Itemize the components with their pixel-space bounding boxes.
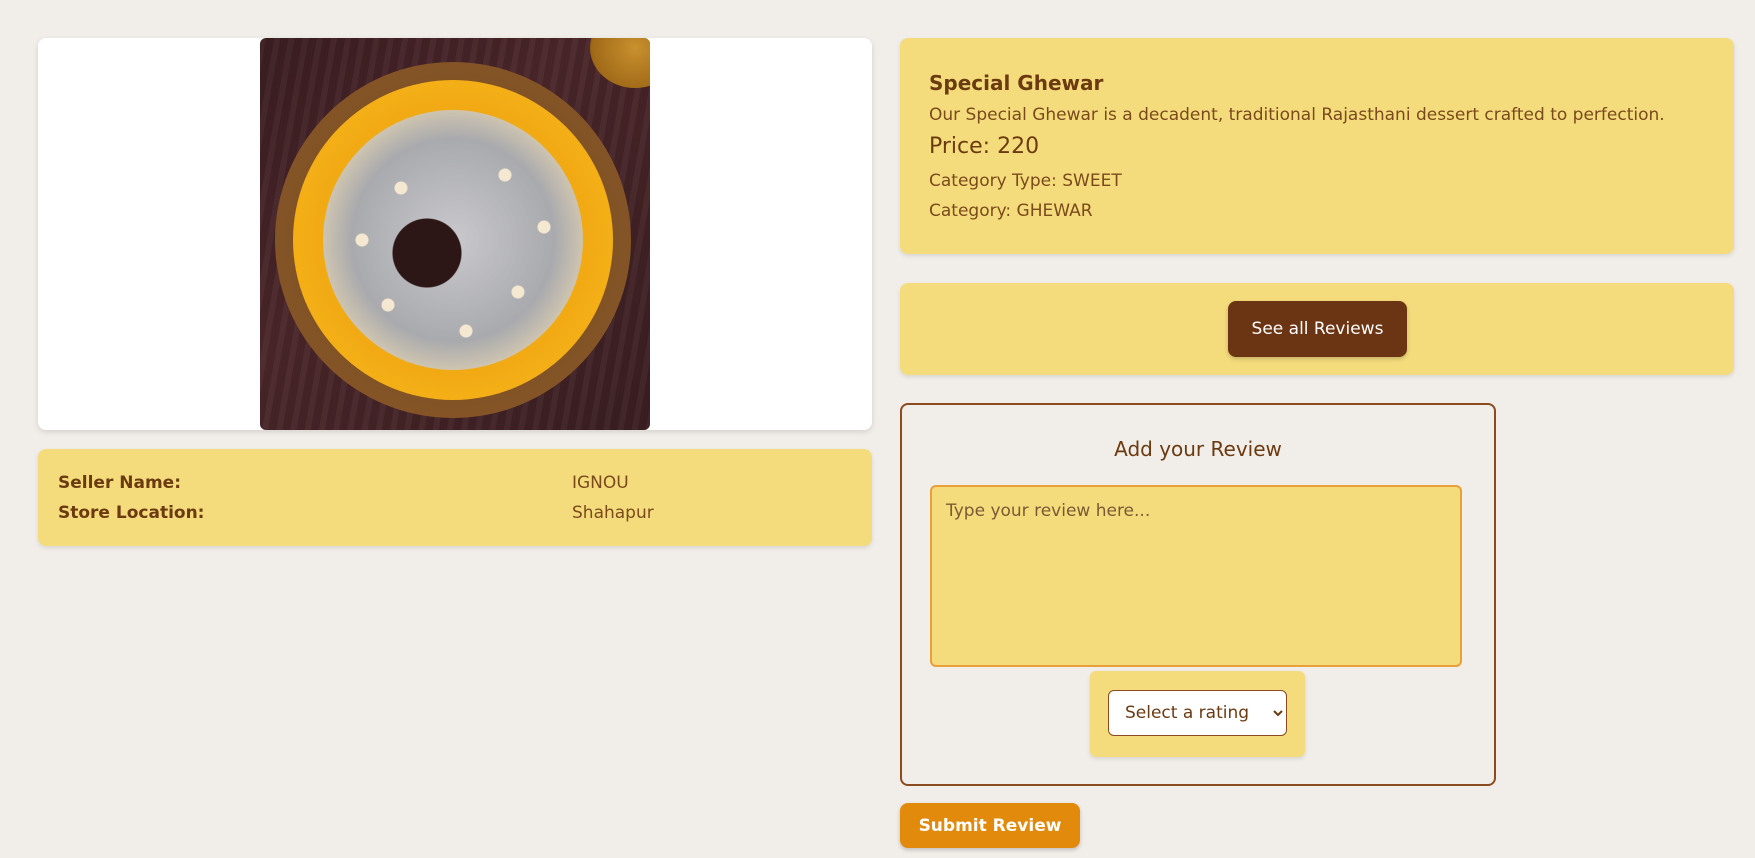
rating-container: Select a rating [1090,671,1305,757]
product-photo [260,38,650,430]
product-category-type: Category Type: SWEET [929,171,1122,191]
product-description: Our Special Ghewar is a decadent, tradit… [929,105,1665,125]
reviews-card: See all Reviews [900,283,1734,375]
photo-ghewar-topping [323,110,583,370]
product-price: Price: 220 [929,134,1040,159]
product-image-card [38,38,872,430]
store-location-value: Shahapur [572,503,654,523]
product-info-card: Special Ghewar Our Special Ghewar is a d… [900,38,1734,254]
rating-select[interactable]: Select a rating [1108,690,1287,736]
see-all-reviews-button[interactable]: See all Reviews [1228,301,1407,357]
seller-name-value: IGNOU [572,473,629,493]
store-location-label: Store Location: [58,503,205,523]
add-review-title: Add your Review [1114,437,1282,461]
add-review-form: Add your Review Select a rating [900,403,1496,786]
product-category: Category: GHEWAR [929,201,1093,221]
review-textarea[interactable] [930,485,1462,667]
submit-review-button[interactable]: Submit Review [900,803,1080,848]
seller-name-label: Seller Name: [58,473,182,493]
product-title: Special Ghewar [929,71,1104,95]
seller-info-card: Seller Name: IGNOU Store Location: Shaha… [38,449,872,546]
product-detail-page: Seller Name: IGNOU Store Location: Shaha… [0,0,1755,858]
